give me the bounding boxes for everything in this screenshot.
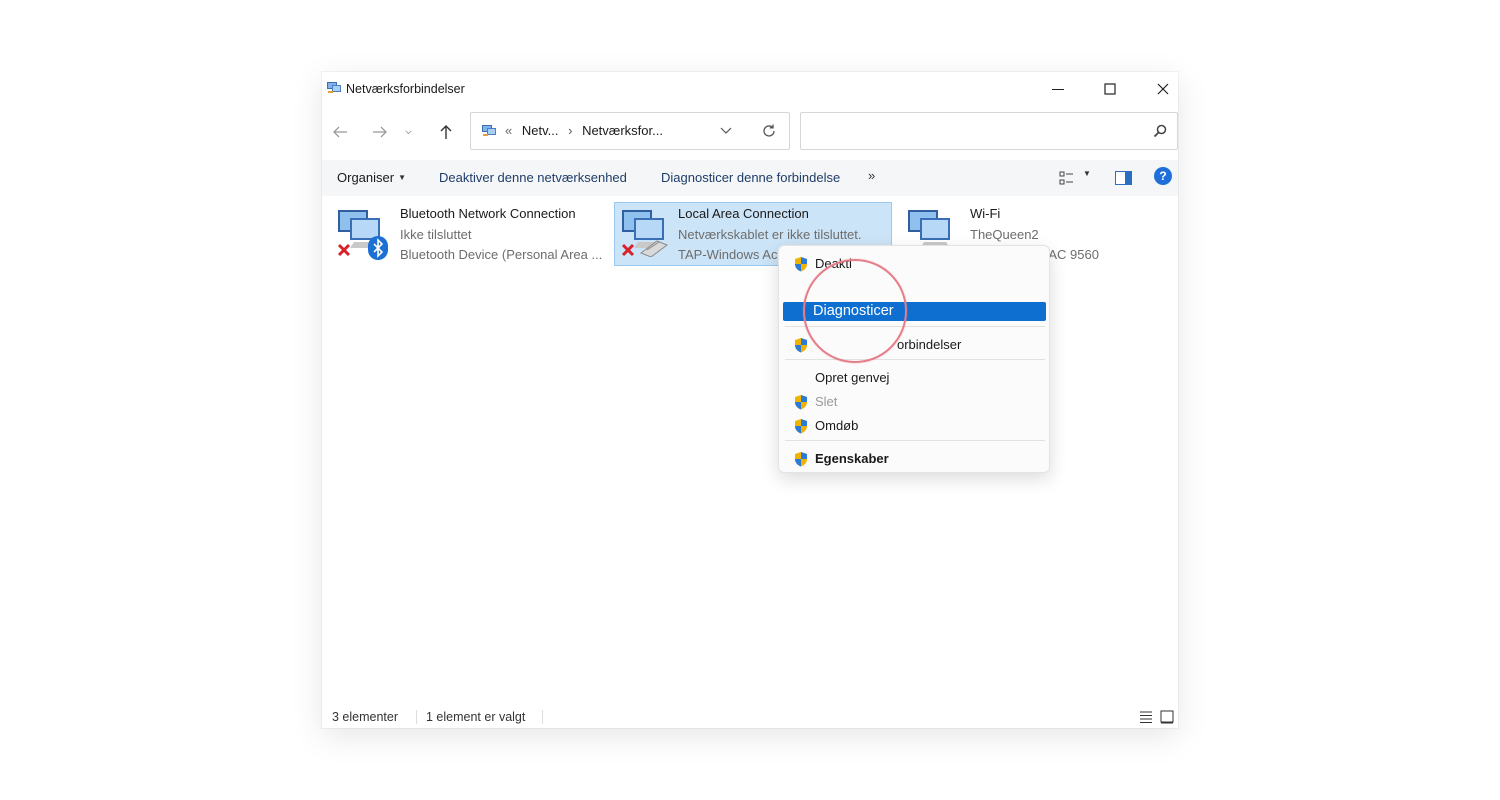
search-box[interactable] bbox=[800, 112, 1178, 150]
menu-item-label: Slet bbox=[815, 394, 838, 409]
close-button[interactable] bbox=[1140, 72, 1186, 106]
breadcrumb-overflow[interactable]: « bbox=[505, 123, 512, 138]
menu-item-properties[interactable]: Egenskaber bbox=[783, 447, 1046, 469]
breadcrumb: « Netv... › Netværksfor... bbox=[505, 123, 669, 138]
menu-item-label: Egenskaber bbox=[815, 451, 889, 466]
details-view-icon[interactable] bbox=[1139, 710, 1153, 724]
chevron-down-icon bbox=[404, 130, 412, 134]
menu-item-label: Omdøb bbox=[815, 418, 859, 433]
close-icon bbox=[1157, 83, 1169, 95]
command-bar: Organiser ▼ Deaktiver denne netværksenhed… bbox=[322, 160, 1178, 196]
connection-device: Bluetooth Device (Personal Area ... bbox=[400, 247, 603, 262]
navigation-bar: « Netv... › Netværksfor... bbox=[322, 110, 1178, 154]
breadcrumb-separator: › bbox=[568, 123, 573, 138]
menu-item-create-shortcut[interactable]: Opret genvej bbox=[783, 366, 1046, 388]
status-bar: 3 elementer 1 element er valgt bbox=[322, 706, 1178, 728]
address-dropdown-chevron-icon[interactable] bbox=[719, 123, 733, 137]
uac-shield-icon bbox=[795, 338, 807, 353]
up-arrow-icon bbox=[440, 125, 452, 139]
back-arrow-icon bbox=[333, 126, 347, 138]
more-commands-button[interactable]: » bbox=[868, 168, 875, 183]
disable-device-button[interactable]: Deaktiver denne netværksenhed bbox=[439, 170, 627, 185]
large-icons-view-icon[interactable] bbox=[1160, 710, 1174, 724]
selection-count: 1 element er valgt bbox=[426, 710, 526, 724]
refresh-icon[interactable] bbox=[761, 123, 777, 139]
title-bar: Netværksforbindelser bbox=[322, 72, 1178, 106]
organise-label: Organiser bbox=[337, 170, 395, 185]
breadcrumb-item-network-connections[interactable]: Netværksfor... bbox=[582, 123, 663, 138]
connection-item-bluetooth[interactable]: Bluetooth Network Connection Ikke tilslu… bbox=[326, 202, 606, 266]
status-divider bbox=[542, 710, 543, 724]
diagnose-connection-button[interactable]: Diagnosticer denne forbindelse bbox=[661, 170, 840, 185]
breadcrumb-item-network[interactable]: Netv... bbox=[522, 123, 559, 138]
ethernet-cable-icon bbox=[639, 240, 669, 257]
network-connections-app-icon bbox=[327, 82, 341, 93]
connection-name: Wi-Fi bbox=[970, 206, 1001, 221]
up-button[interactable] bbox=[432, 118, 460, 146]
recent-locations-button[interactable] bbox=[398, 118, 418, 146]
connection-status: Ikke tilsluttet bbox=[400, 227, 472, 242]
dropdown-caret-icon: ▼ bbox=[398, 173, 406, 182]
search-icon bbox=[1153, 124, 1167, 138]
address-bar[interactable]: « Netv... › Netværksfor... bbox=[470, 112, 790, 150]
item-count: 3 elementer bbox=[332, 710, 399, 724]
connection-status: Netværkskablet er ikke tilsluttet. bbox=[678, 227, 862, 242]
uac-shield-icon bbox=[795, 419, 807, 434]
network-connections-folder-icon bbox=[482, 125, 496, 136]
back-button[interactable] bbox=[326, 118, 354, 146]
menu-item-delete[interactable]: Slet bbox=[783, 390, 1046, 412]
connection-device: -AC 9560 bbox=[1044, 247, 1099, 262]
uac-shield-icon bbox=[795, 452, 807, 467]
bluetooth-icon bbox=[368, 236, 388, 260]
disconnected-x-icon bbox=[621, 243, 635, 257]
help-icon[interactable]: ? bbox=[1154, 167, 1172, 185]
disconnected-x-icon bbox=[337, 243, 351, 257]
maximize-icon bbox=[1104, 83, 1116, 95]
click-highlight-ring bbox=[803, 259, 907, 363]
view-options-caret-icon[interactable]: ▼ bbox=[1083, 169, 1091, 178]
forward-arrow-icon bbox=[373, 126, 387, 138]
window-title: Netværksforbindelser bbox=[346, 82, 465, 96]
menu-separator bbox=[785, 440, 1045, 441]
organise-menu-button[interactable]: Organiser ▼ bbox=[337, 170, 406, 185]
menu-item-label: orbindelser bbox=[897, 337, 962, 352]
forward-button[interactable] bbox=[366, 118, 394, 146]
uac-shield-icon bbox=[795, 395, 807, 410]
minimize-icon bbox=[1052, 89, 1064, 90]
menu-item-rename[interactable]: Omdøb bbox=[783, 414, 1046, 436]
preview-pane-icon[interactable] bbox=[1115, 171, 1132, 185]
uac-shield-icon bbox=[795, 257, 807, 272]
change-view-icon[interactable] bbox=[1059, 170, 1075, 186]
status-divider bbox=[416, 710, 417, 724]
maximize-button[interactable] bbox=[1087, 72, 1133, 106]
minimize-button[interactable] bbox=[1035, 72, 1081, 106]
connection-name: Local Area Connection bbox=[678, 206, 809, 221]
connection-status: TheQueen2 bbox=[970, 227, 1039, 242]
menu-separator bbox=[785, 359, 1045, 360]
connection-device: TAP-Windows Ac bbox=[678, 247, 778, 262]
connection-name: Bluetooth Network Connection bbox=[400, 206, 576, 221]
menu-item-label: Opret genvej bbox=[815, 370, 890, 385]
